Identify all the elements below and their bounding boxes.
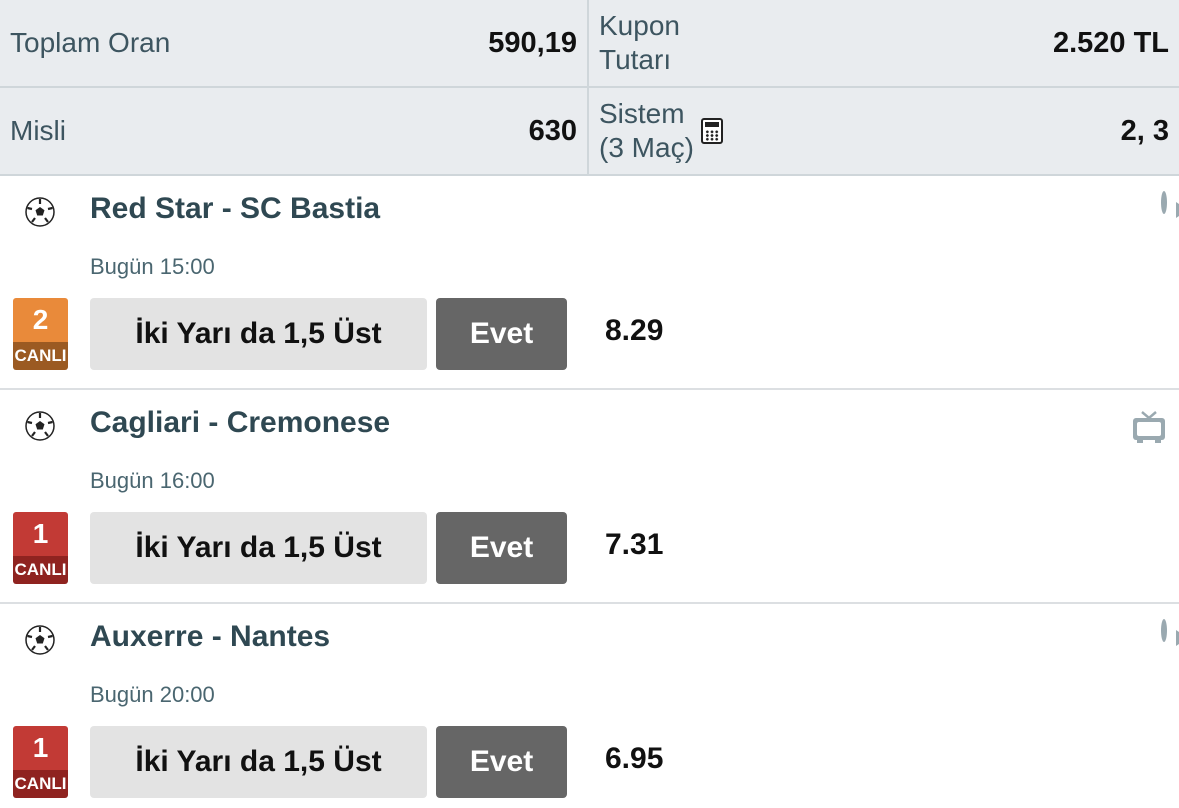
coupon-amount-cell[interactable]: Kupon Tutarı 2.520 TL <box>589 0 1179 86</box>
live-badge: 1 CANLI <box>13 726 68 798</box>
tv-icon[interactable] <box>1131 408 1167 444</box>
live-badge: 1 CANLI <box>13 512 68 584</box>
system-cell[interactable]: Sistem (3 Maç) 2, 3 <box>589 88 1179 174</box>
soccer-ball-icon <box>25 197 55 227</box>
play-icon[interactable] <box>1161 619 1167 642</box>
odd-value: 8.29 <box>605 314 664 347</box>
mbs-number: 2 <box>13 298 68 342</box>
live-label: CANLI <box>13 770 68 798</box>
pick-button[interactable]: Evet <box>436 726 567 798</box>
match-row: Red Star - SC Bastia Bugün 15:00 2 CANLI… <box>0 176 1179 390</box>
live-badge: 2 CANLI <box>13 298 68 370</box>
market-button[interactable]: İki Yarı da 1,5 Üst <box>90 512 427 584</box>
match-name[interactable]: Auxerre - Nantes <box>90 620 330 654</box>
system-label: (3 Maç) <box>599 132 694 163</box>
total-odds-label: Toplam Oran <box>10 27 171 58</box>
mbs-number: 1 <box>13 726 68 770</box>
system-value: 2, 3 <box>1120 114 1169 147</box>
total-odds-cell: Toplam Oran 590,19 <box>0 0 587 86</box>
soccer-ball-icon <box>25 411 55 441</box>
calculator-icon[interactable] <box>701 118 723 144</box>
match-name[interactable]: Red Star - SC Bastia <box>90 192 380 226</box>
total-odds-value: 590,19 <box>488 26 577 59</box>
multiplier-cell[interactable]: Misli 630 <box>0 88 587 174</box>
odd-value: 6.95 <box>605 742 664 775</box>
live-label: CANLI <box>13 342 68 370</box>
multiplier-label: Misli <box>10 115 66 146</box>
match-time: Bugün 16:00 <box>90 468 215 493</box>
match-row: Auxerre - Nantes Bugün 20:00 1 CANLI İki… <box>0 604 1179 808</box>
pick-button[interactable]: Evet <box>436 512 567 584</box>
system-label: Sistem <box>599 98 685 129</box>
mbs-number: 1 <box>13 512 68 556</box>
coupon-amount-value: 2.520 TL <box>1052 26 1169 59</box>
odd-value: 7.31 <box>605 528 664 561</box>
coupon-amount-label: Tutarı <box>599 44 672 75</box>
market-button[interactable]: İki Yarı da 1,5 Üst <box>90 298 427 370</box>
coupon-summary: Toplam Oran 590,19 Kupon Tutarı 2.520 TL… <box>0 0 1179 176</box>
match-row: Cagliari - Cremonese Bugün 16:00 1 CANLI… <box>0 390 1179 604</box>
play-icon[interactable] <box>1161 191 1167 214</box>
match-time: Bugün 15:00 <box>90 254 215 279</box>
coupon-amount-label: Kupon <box>599 10 680 41</box>
market-button[interactable]: İki Yarı da 1,5 Üst <box>90 726 427 798</box>
match-time: Bugün 20:00 <box>90 682 215 707</box>
soccer-ball-icon <box>25 625 55 655</box>
multiplier-value: 630 <box>528 114 577 147</box>
live-label: CANLI <box>13 556 68 584</box>
pick-button[interactable]: Evet <box>436 298 567 370</box>
match-name[interactable]: Cagliari - Cremonese <box>90 406 390 440</box>
